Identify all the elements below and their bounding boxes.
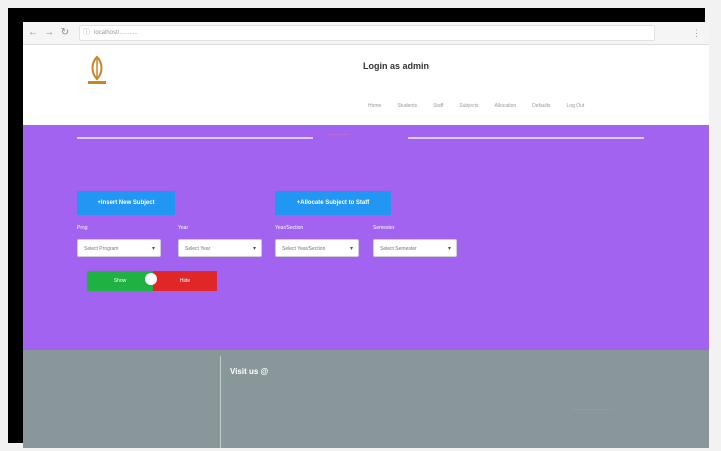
year-select[interactable]: Select Year ▾ xyxy=(178,239,262,257)
chevron-down-icon: ▾ xyxy=(447,246,451,252)
visit-us-label: Visit us @ xyxy=(230,367,269,376)
back-icon[interactable]: ← xyxy=(27,27,39,39)
nav-item-staff[interactable]: Staff xyxy=(433,103,443,109)
nav-item-allocation[interactable]: Allocation xyxy=(494,103,516,109)
divider-left xyxy=(77,137,313,139)
footer-divider xyxy=(220,356,221,448)
nav-item-subjects[interactable]: Subjects xyxy=(459,103,478,109)
show-hide-toggle[interactable]: Show Hide xyxy=(87,271,217,291)
info-icon: ⓘ xyxy=(83,29,90,36)
visit-us-heading: Visit us @ .......... xyxy=(230,367,297,376)
browser-window: ← → ↻ ⓘ localhost/........... ⋮ Login as… xyxy=(23,22,709,448)
monitor-frame: ← → ↻ ⓘ localhost/........... ⋮ Login as… xyxy=(8,8,709,448)
nav-item-logout[interactable]: Log Out xyxy=(567,103,585,109)
footer-link[interactable]: ........................................… xyxy=(230,394,297,400)
semester-select[interactable]: Select Semester ▾ xyxy=(373,239,457,257)
site-footer: Visit us @ .......... ..................… xyxy=(23,350,709,448)
nav-item-home[interactable]: Home xyxy=(368,103,381,109)
footer-copyright: .............................. xyxy=(571,406,613,412)
page-title: Login as admin xyxy=(363,61,430,71)
program-label: Prog xyxy=(77,225,88,231)
url-text: localhost/........... xyxy=(94,30,138,36)
semester-label: Semester xyxy=(373,225,395,231)
chevron-down-icon: ▾ xyxy=(349,246,353,252)
forward-icon[interactable]: → xyxy=(43,27,55,39)
program-select[interactable]: Select Program ▾ xyxy=(77,239,161,257)
site-header: Login as admin Home Students Staff Subje… xyxy=(23,45,709,125)
browser-toolbar: ← → ↻ ⓘ localhost/........... ⋮ xyxy=(23,22,709,45)
top-navigation: Home Students Staff Subjects Allocation … xyxy=(368,103,584,109)
divider-right xyxy=(408,137,644,139)
nav-item-defaults[interactable]: Defaults xyxy=(532,103,550,109)
allocate-subject-button[interactable]: +Allocate Subject to Staff xyxy=(275,191,391,215)
visit-us-link[interactable]: .......... xyxy=(275,367,297,376)
year-label: Year xyxy=(178,225,189,231)
menu-icon[interactable]: ⋮ xyxy=(692,28,701,39)
year-section-select-value: Select Year/Section xyxy=(282,246,326,252)
chevron-down-icon: ▾ xyxy=(252,246,256,252)
main-content: ............... +Insert New Subject +All… xyxy=(23,125,709,350)
insert-subject-button[interactable]: +Insert New Subject xyxy=(77,191,175,215)
section-label: ............... xyxy=(328,131,349,137)
toggle-on[interactable]: Show xyxy=(87,271,153,291)
toggle-off[interactable]: Hide xyxy=(153,271,217,291)
semester-select-value: Select Semester xyxy=(380,246,417,252)
toggle-knob[interactable] xyxy=(145,273,157,285)
year-section-label: Year/Section xyxy=(275,225,304,231)
reload-icon[interactable]: ↻ xyxy=(59,27,71,39)
college-logo-icon xyxy=(88,55,106,84)
nav-item-students[interactable]: Students xyxy=(397,103,417,109)
chevron-down-icon: ▾ xyxy=(151,246,155,252)
program-select-value: Select Program xyxy=(84,246,119,252)
year-select-value: Select Year xyxy=(185,246,211,252)
address-bar[interactable]: ⓘ localhost/........... xyxy=(79,25,655,41)
year-section-select[interactable]: Select Year/Section ▾ xyxy=(275,239,359,257)
